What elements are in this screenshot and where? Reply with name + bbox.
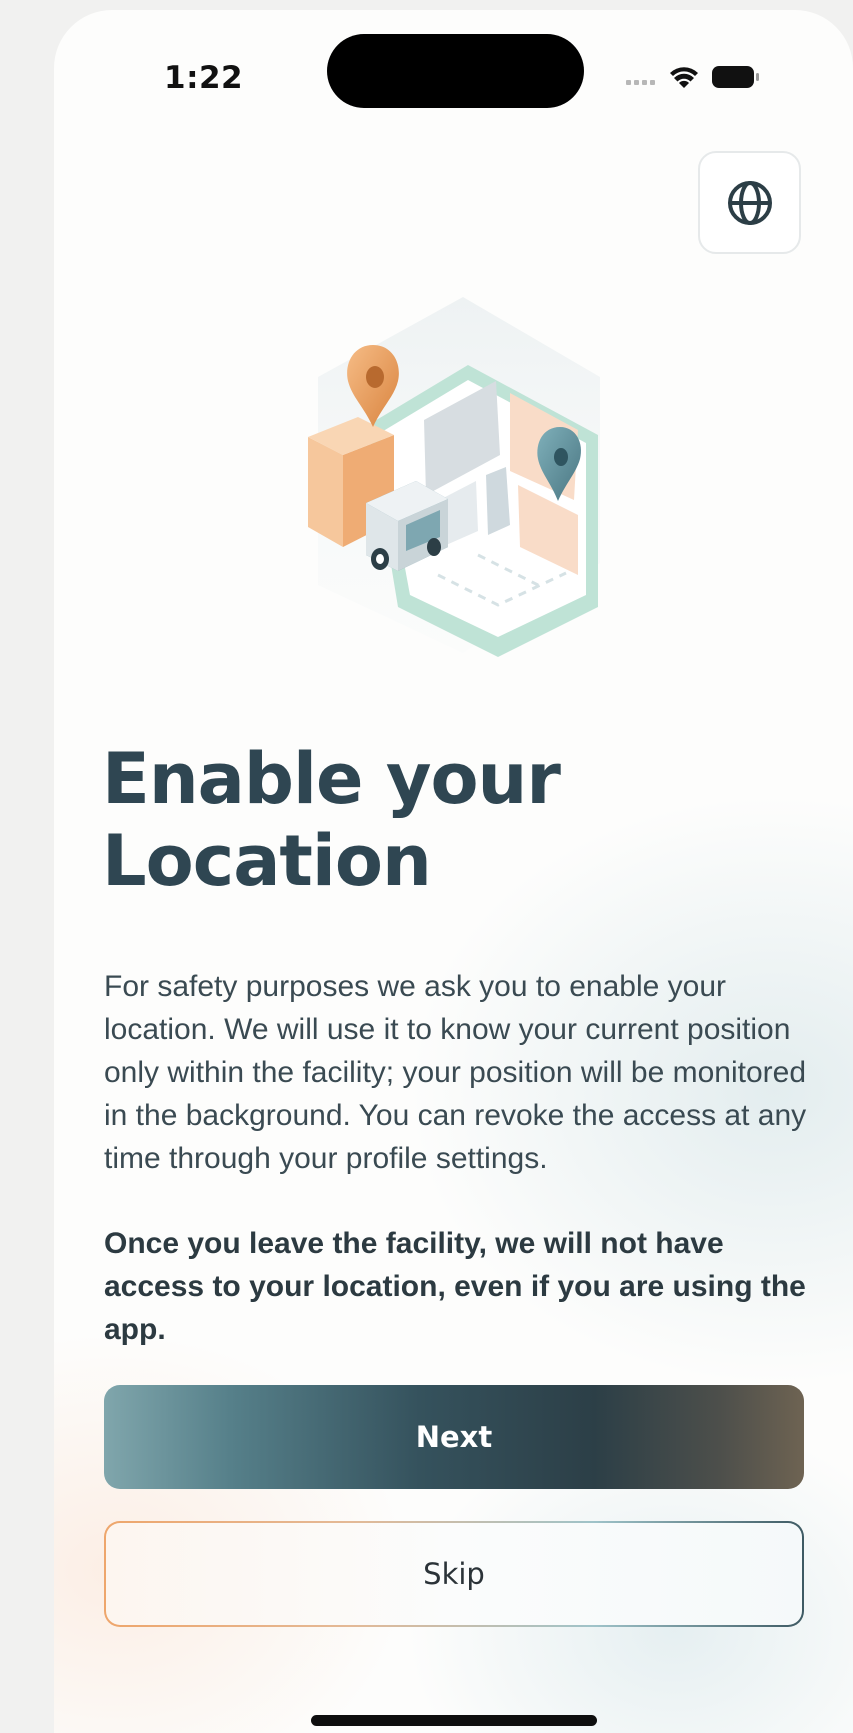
description-text: For safety purposes we ask you to enable… <box>104 970 807 1175</box>
home-indicator <box>311 1715 597 1726</box>
status-icons <box>626 66 759 88</box>
title-line-2: Location <box>102 820 432 902</box>
skip-button-label: Skip <box>106 1523 802 1625</box>
wifi-icon <box>670 67 698 88</box>
next-button[interactable]: Next <box>104 1385 804 1489</box>
status-time: 1:22 <box>164 60 244 96</box>
page-title: Enable your Location <box>102 738 802 902</box>
title-line-1: Enable your <box>102 738 561 820</box>
dynamic-island <box>327 34 584 108</box>
battery-icon <box>712 66 759 88</box>
notice-text: Once you leave the facility, we will not… <box>104 1227 806 1346</box>
cellular-dots-icon <box>626 80 655 85</box>
language-button[interactable] <box>698 151 801 254</box>
map-with-pins-and-truck-illustration <box>308 297 600 657</box>
globe-icon <box>727 180 772 225</box>
skip-button[interactable]: Skip <box>104 1521 804 1627</box>
phone-screen: 1:22 Enable your Location For safety pur… <box>54 10 853 1733</box>
